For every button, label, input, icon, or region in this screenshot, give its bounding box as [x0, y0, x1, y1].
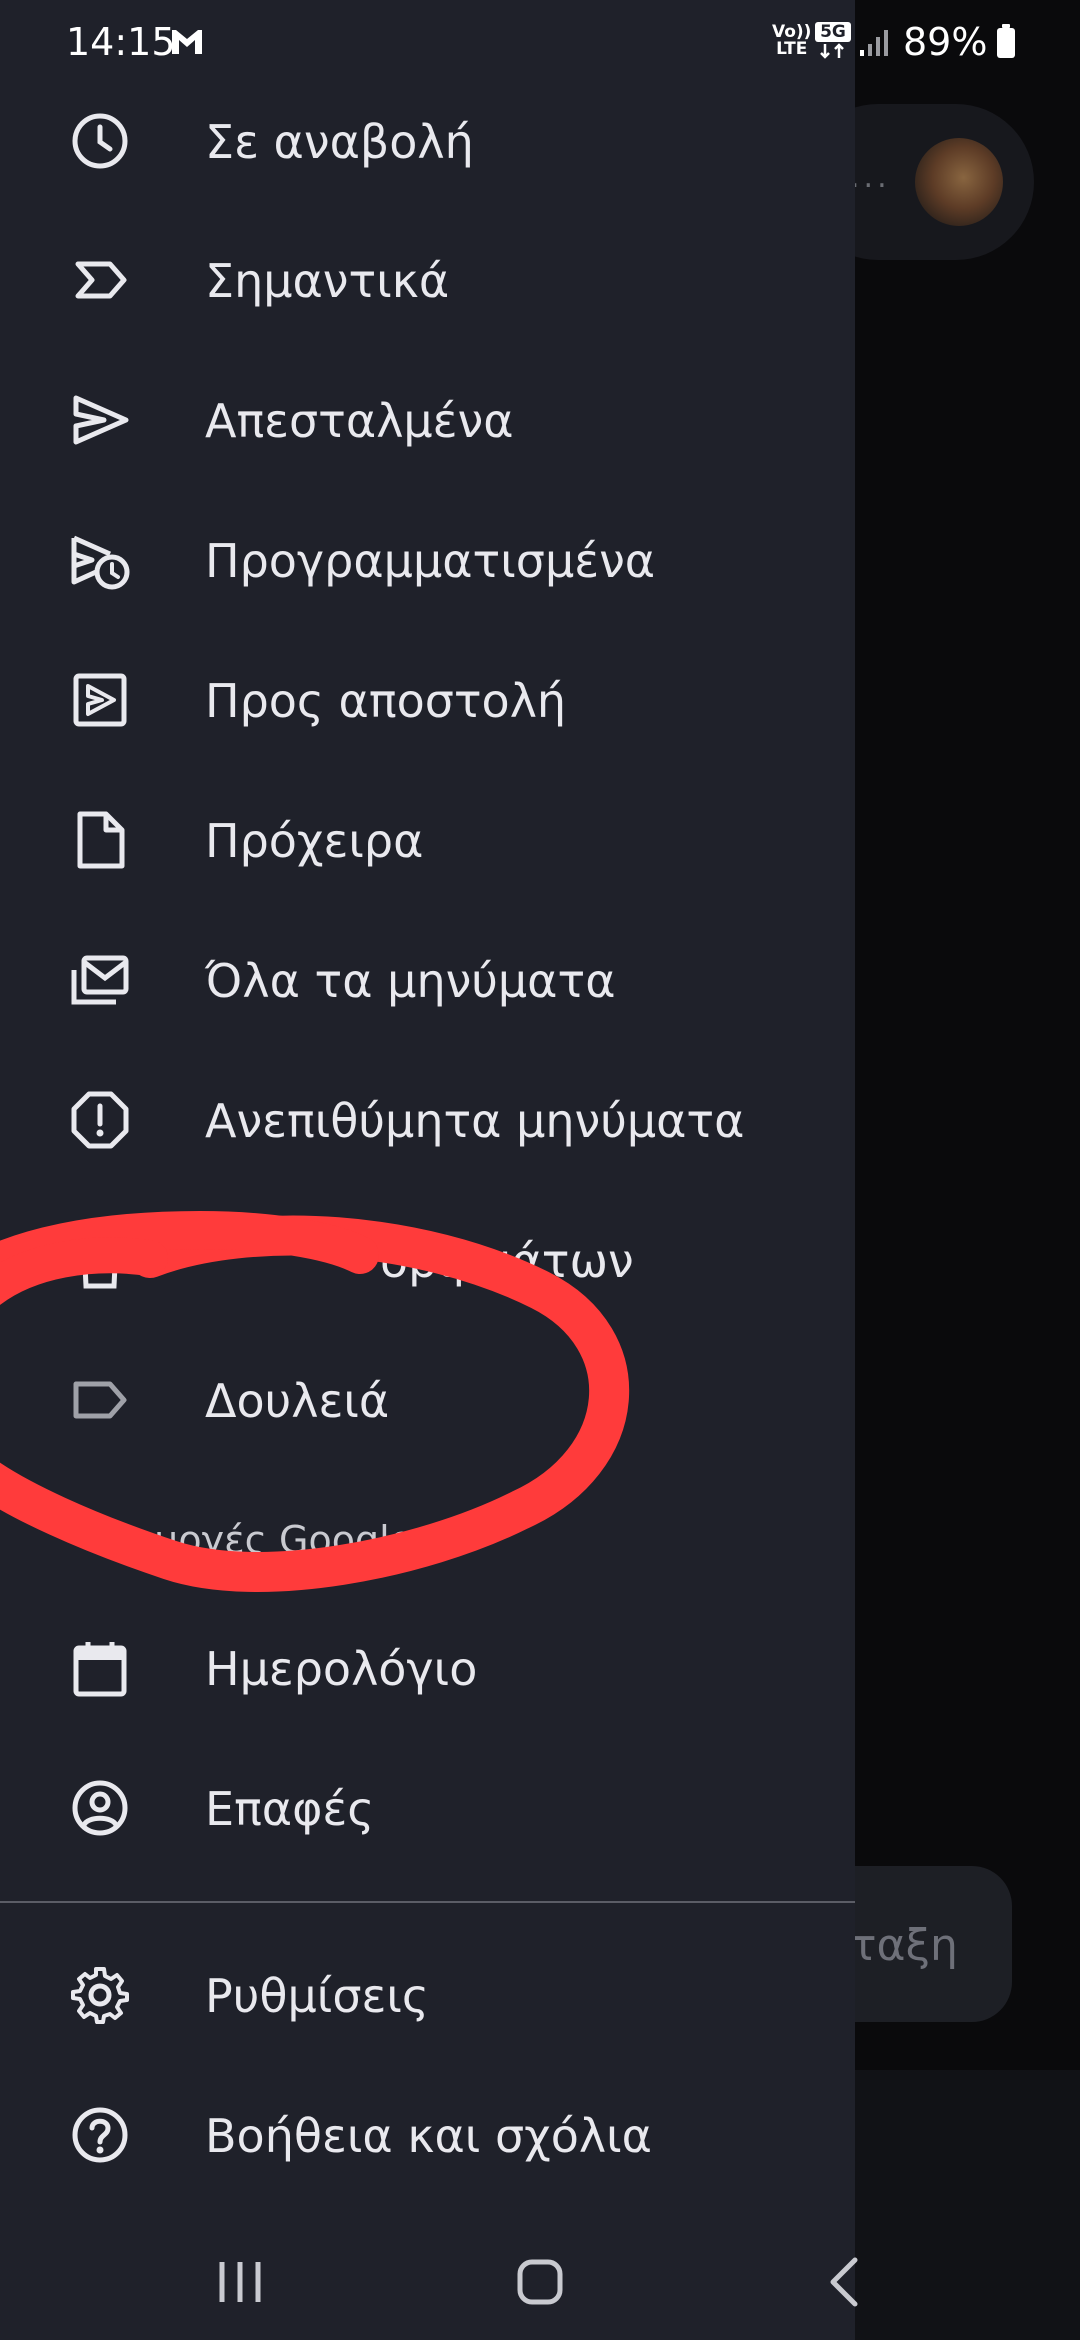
drawer-item-help[interactable]: Βοήθεια και σχόλια — [0, 2065, 855, 2205]
home-button[interactable] — [500, 2242, 580, 2322]
status-time: 14:15 — [66, 20, 176, 64]
battery-percent: 89% — [903, 20, 988, 64]
network-5g-icon: 5G — [815, 22, 851, 60]
drawer-item-outbox[interactable]: Προς αποστολή — [0, 630, 855, 770]
trash-icon — [70, 1230, 130, 1290]
drawer-item-label: Ανεπιθύμητα μηνύματα — [205, 1094, 745, 1148]
drawer-item-settings[interactable]: Ρυθμίσεις — [0, 1925, 855, 2065]
drawer-item-calendar[interactable]: Ημερολόγιο — [0, 1598, 855, 1738]
drawer-item-label: Ρυθμίσεις — [205, 1969, 429, 2023]
drawer-item-label: Απεσταλμένα — [205, 394, 514, 448]
draft-icon — [70, 810, 130, 870]
drawer-item-all-mail[interactable]: Όλα τα μηνύματα — [0, 910, 855, 1050]
search-more-text: ... — [850, 160, 891, 195]
battery-icon — [997, 24, 1015, 58]
volte-indicator: Vo)) LTE — [772, 24, 811, 58]
drawer-item-label: Σε αναβολή — [205, 115, 474, 169]
account-avatar[interactable] — [915, 138, 1003, 226]
gear-icon — [70, 1965, 130, 2025]
drawer-item-scheduled[interactable]: Προγραμματισμένα — [0, 490, 855, 630]
all-mail-icon — [70, 950, 130, 1010]
drawer-item-label: Πρόχειρα — [205, 814, 424, 868]
network-type: 5G — [815, 22, 851, 42]
screen: ... ταξη 14:15 Vo)) LTE 5G 89% Σε αναβολ… — [0, 0, 1080, 2340]
contacts-icon — [70, 1778, 130, 1838]
important-icon — [70, 250, 130, 310]
clock-icon — [70, 111, 130, 171]
drawer-item-label: Προς αποστολή — [205, 674, 567, 728]
signal-icon — [858, 28, 892, 58]
drawer-item-label: Βοήθεια και σχόλια — [205, 2109, 652, 2163]
compose-button-label: ταξη — [850, 1920, 958, 1971]
drawer-item-snoozed[interactable]: Σε αναβολή — [0, 71, 855, 211]
section-title-google-apps: αρμογές Google — [105, 1518, 414, 1562]
drawer-item-label: Σημαντικά — [205, 254, 450, 308]
scheduled-send-icon — [70, 530, 130, 590]
drawer-item-label: Προγραμματισμένα — [205, 534, 656, 588]
drawer-item-label: οριμμάτων — [380, 1234, 634, 1288]
gmail-notification-icon — [170, 26, 204, 56]
drawer-divider — [0, 1901, 855, 1903]
drawer-item-important[interactable]: Σημαντικά — [0, 210, 855, 350]
recent-apps-button[interactable] — [200, 2242, 280, 2322]
drawer-item-spam[interactable]: Ανεπιθύμητα μηνύματα — [0, 1050, 855, 1190]
drawer-item-drafts[interactable]: Πρόχειρα — [0, 770, 855, 910]
drawer-item-label: Ημερολόγιο — [205, 1642, 478, 1696]
drawer-item-contacts[interactable]: Επαφές — [0, 1738, 855, 1878]
spam-icon — [70, 1090, 130, 1150]
outbox-icon — [70, 670, 130, 730]
system-navigation-bar — [0, 2220, 1080, 2340]
help-icon — [70, 2105, 130, 2165]
calendar-icon — [70, 1638, 130, 1698]
send-icon — [70, 390, 130, 450]
drawer-item-trash[interactable]: οριμμάτων — [0, 1190, 855, 1330]
drawer-item-sent[interactable]: Απεσταλμένα — [0, 350, 855, 490]
label-icon — [70, 1370, 130, 1430]
drawer-item-label-work[interactable]: Δουλειά — [0, 1330, 855, 1470]
drawer-item-label: Επαφές — [205, 1782, 375, 1836]
navigation-drawer: Σε αναβολή Σημαντικά Απεσταλμένα Προγραμ… — [0, 0, 855, 2340]
status-bar: 14:15 Vo)) LTE 5G 89% — [0, 0, 1080, 84]
volte-bottom-text: LTE — [776, 39, 808, 59]
drawer-item-label: Δουλειά — [205, 1374, 390, 1428]
drawer-item-label: Όλα τα μηνύματα — [205, 954, 616, 1008]
back-button[interactable] — [805, 2242, 885, 2322]
